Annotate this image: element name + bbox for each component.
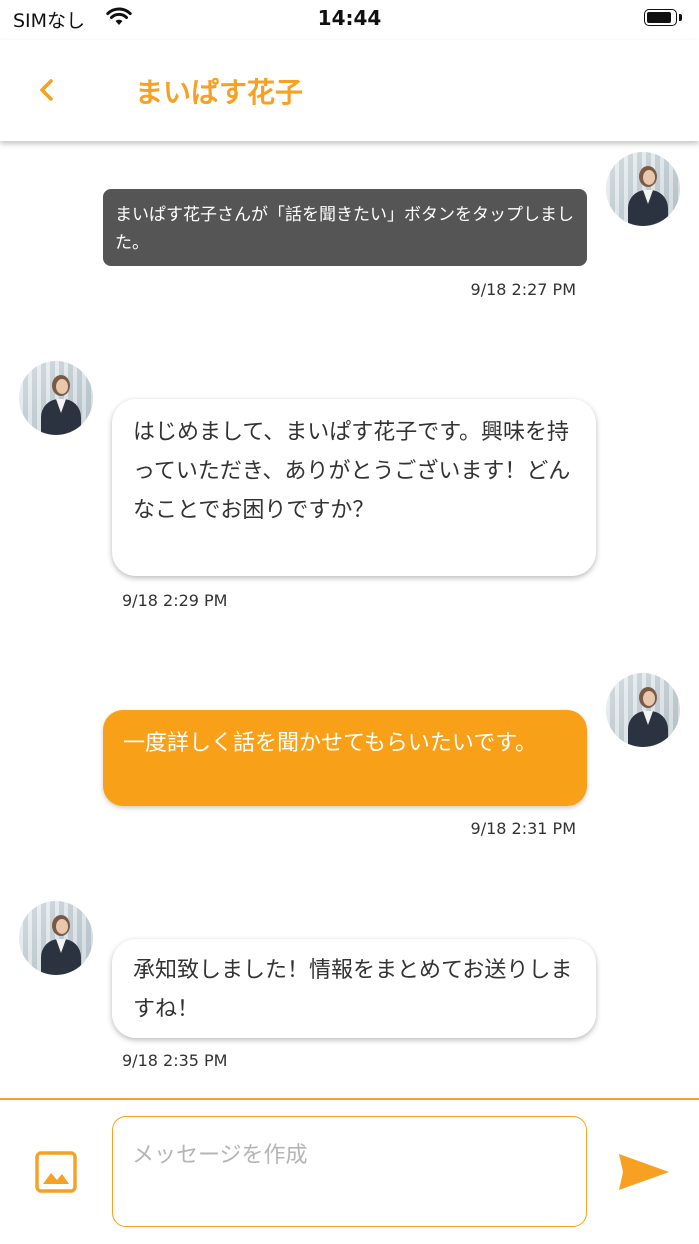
message-input[interactable] (112, 1116, 587, 1227)
message-timestamp: 9/18 2:27 PM (470, 280, 576, 299)
page-title: まいぱす花子 (135, 76, 304, 109)
image-icon (35, 1151, 77, 1193)
user-avatar[interactable] (606, 673, 680, 747)
chat-thread[interactable]: まいぱす花子さんが「話を聞きたい」ボタンをタップしました。 9/18 2:27 … (0, 141, 699, 1098)
message-timestamp: 9/18 2:31 PM (470, 819, 576, 838)
incoming-message-bubble: 承知致しました！情報をまとめてお送りしますね！ (112, 939, 596, 1038)
system-message-bubble: まいぱす花子さんが「話を聞きたい」ボタンをタップしました。 (103, 189, 587, 266)
attach-image-button[interactable] (34, 1150, 78, 1194)
outgoing-message-bubble: 一度詳しく話を聞かせてもらいたいです。 (103, 710, 587, 806)
chevron-left-icon (40, 79, 53, 101)
status-bar: SIMなし 14:44 (0, 0, 699, 40)
app-header: まいぱす花子 (0, 40, 699, 141)
back-button[interactable] (30, 70, 74, 114)
message-timestamp: 9/18 2:29 PM (122, 591, 228, 610)
status-time: 14:44 (317, 6, 382, 30)
send-icon (619, 1154, 669, 1190)
message-composer (0, 1098, 699, 1244)
message-timestamp: 9/18 2:35 PM (122, 1051, 228, 1070)
partner-avatar[interactable] (19, 901, 93, 975)
battery-icon (644, 9, 684, 28)
send-button[interactable] (617, 1150, 671, 1194)
partner-avatar[interactable] (19, 361, 93, 435)
user-avatar[interactable] (606, 152, 680, 226)
incoming-message-bubble: はじめまして、まいぱす花子です。興味を持っていただき、ありがとうございます！どん… (112, 399, 596, 576)
